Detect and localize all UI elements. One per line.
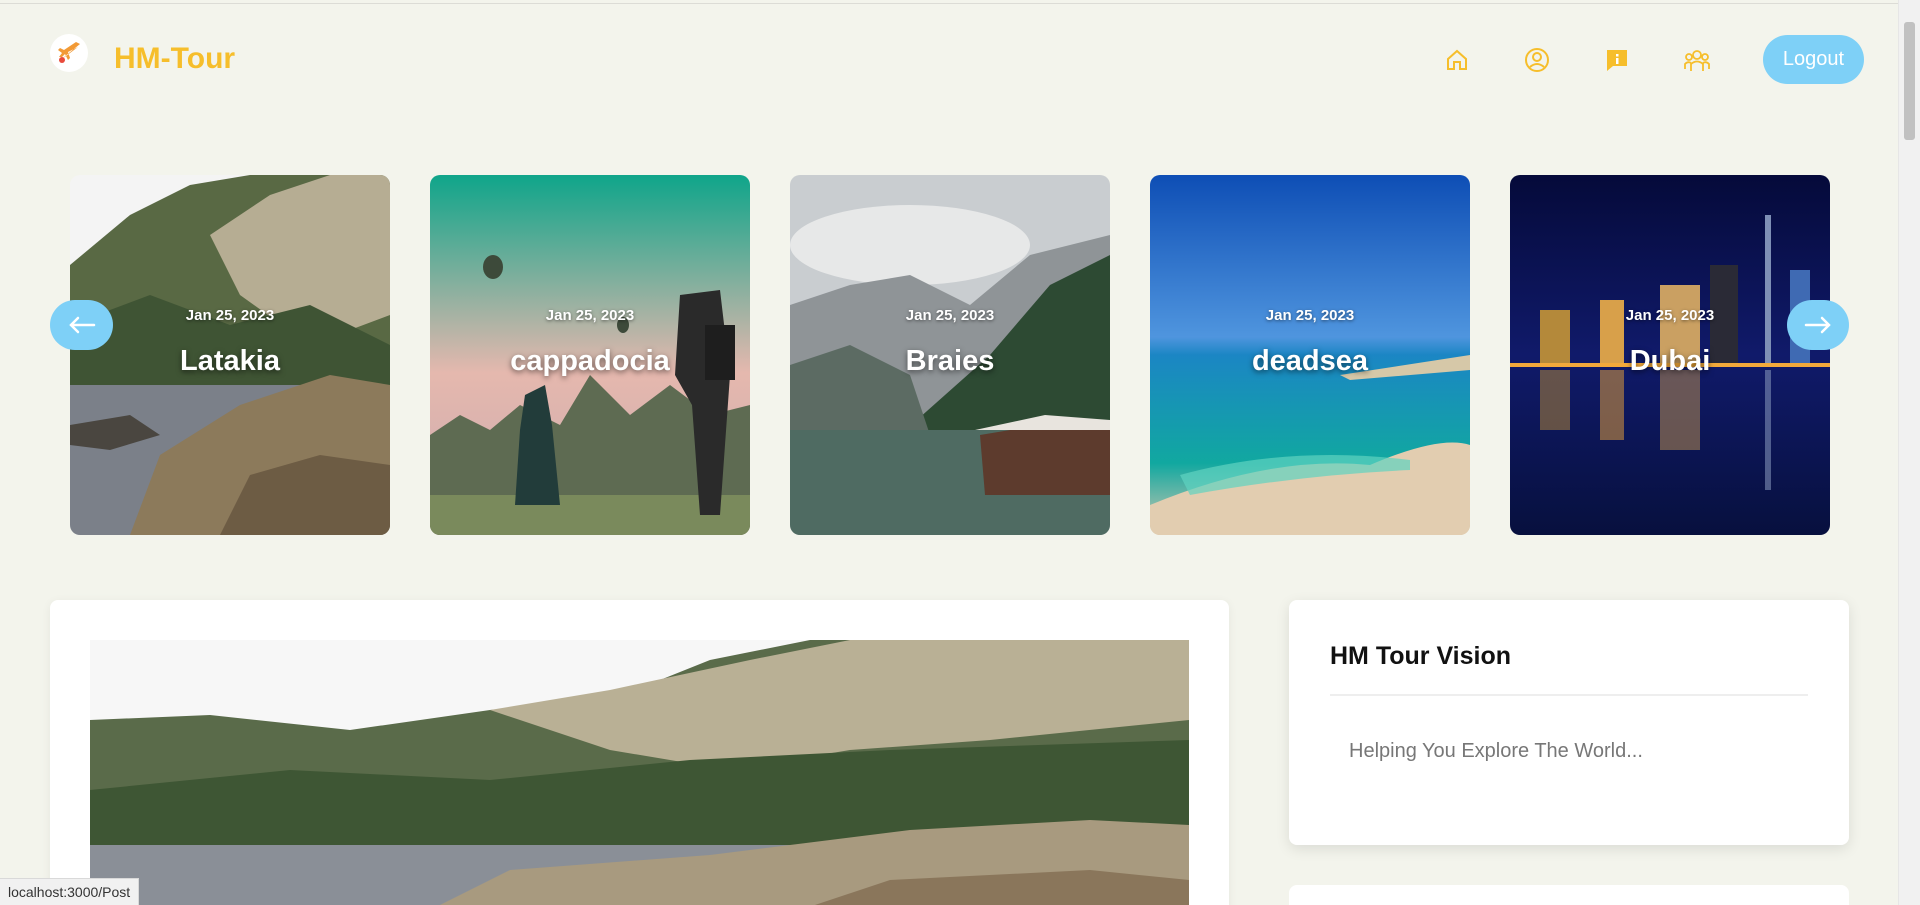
card-title: deadsea xyxy=(1251,345,1369,377)
card-date: Jan 25, 2023 xyxy=(185,307,275,324)
vision-text: Helping You Explore The World... xyxy=(1349,740,1643,762)
card-title: Dubai xyxy=(1629,345,1711,377)
group-icon[interactable] xyxy=(1683,46,1711,74)
post-card[interactable] xyxy=(50,600,1229,905)
info-icon[interactable] xyxy=(1603,46,1631,74)
card-title: Braies xyxy=(905,345,995,377)
browser-top-border xyxy=(0,0,1898,4)
card-title: Latakia xyxy=(180,345,280,377)
card-title: cappadocia xyxy=(510,345,670,377)
carousel-card-deadsea[interactable]: Jan 25, 2023 deadsea xyxy=(1150,175,1470,535)
user-icon[interactable] xyxy=(1523,46,1551,74)
carousel-prev-button[interactable] xyxy=(50,300,113,350)
carousel-card-dubai[interactable]: Jan 25, 2023 Dubai xyxy=(1510,175,1830,535)
sidebar-card xyxy=(1289,885,1849,905)
brand-title[interactable]: HM-Tour xyxy=(114,42,235,76)
home-icon[interactable] xyxy=(1443,46,1471,74)
vision-card: HM Tour Vision Helping You Explore The W… xyxy=(1289,600,1849,845)
carousel-next-button[interactable] xyxy=(1787,300,1849,350)
scrollbar-thumb[interactable] xyxy=(1904,22,1915,140)
card-date: Jan 25, 2023 xyxy=(905,307,995,324)
post-image xyxy=(90,640,1189,905)
page-scrollbar[interactable] xyxy=(1898,0,1920,905)
logout-button[interactable]: Logout xyxy=(1763,35,1864,84)
card-date: Jan 25, 2023 xyxy=(1265,307,1355,324)
card-date: Jan 25, 2023 xyxy=(1625,307,1715,324)
logo-icon[interactable] xyxy=(50,34,88,72)
carousel-card-cappadocia[interactable]: Jan 25, 2023 cappadocia xyxy=(430,175,750,535)
carousel-card-latakia[interactable]: Jan 25, 2023 Latakia xyxy=(70,175,390,535)
vision-title: HM Tour Vision xyxy=(1330,642,1512,670)
status-bar-url: localhost:3000/Post xyxy=(0,878,140,905)
carousel-card-braies[interactable]: Jan 25, 2023 Braies xyxy=(790,175,1110,535)
card-date: Jan 25, 2023 xyxy=(545,307,635,324)
divider xyxy=(1330,694,1808,696)
